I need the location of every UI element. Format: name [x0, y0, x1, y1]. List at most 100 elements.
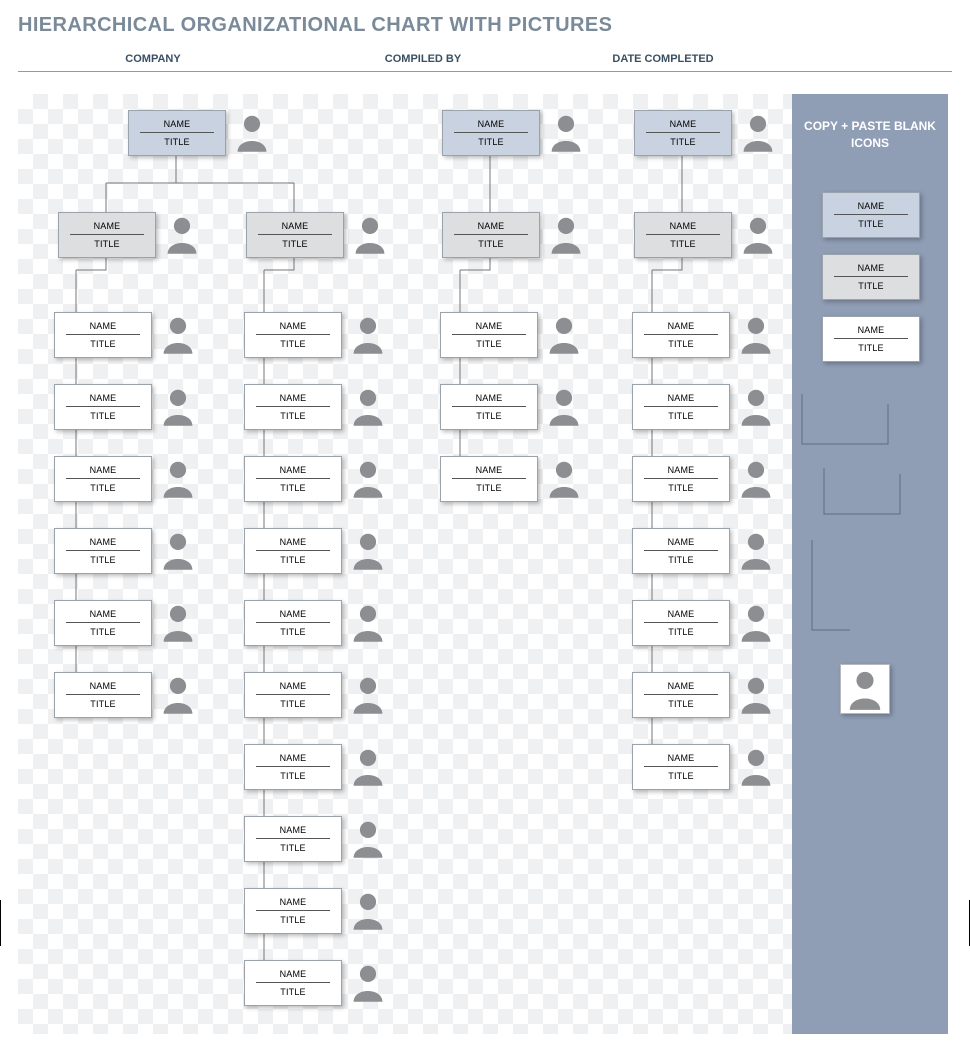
blank-card-level2[interactable]: NAMETITLE [822, 316, 918, 362]
title-field[interactable]: TITLE [668, 335, 693, 349]
name-field[interactable]: NAME [66, 681, 141, 695]
title-field[interactable]: TITLE [280, 767, 305, 781]
title-field[interactable]: TITLE [476, 479, 501, 493]
title-field[interactable]: TITLE [94, 235, 119, 249]
title-field[interactable]: TITLE [90, 479, 115, 493]
top-card[interactable]: NAMETITLE [442, 110, 540, 156]
name-field[interactable]: NAME [644, 465, 719, 479]
name-field[interactable]: NAME [256, 825, 331, 839]
employee-card[interactable]: NAMETITLE [440, 456, 538, 502]
name-field[interactable]: NAME [256, 393, 331, 407]
top-card[interactable]: NAMETITLE [634, 110, 732, 156]
title-field[interactable]: TITLE [280, 839, 305, 853]
title-field[interactable]: TITLE [668, 623, 693, 637]
employee-card[interactable]: NAMETITLE [244, 672, 342, 718]
employee-card[interactable]: NAMETITLE [632, 384, 730, 430]
employee-card[interactable]: NAMETITLE [54, 672, 152, 718]
employee-card[interactable]: NAMETITLE [632, 672, 730, 718]
name-field[interactable]: NAME [256, 609, 331, 623]
employee-card[interactable]: NAMETITLE [244, 384, 342, 430]
employee-card[interactable]: NAMETITLE [440, 312, 538, 358]
name-field[interactable]: NAME [646, 119, 721, 133]
manager-card[interactable]: NAMETITLE [58, 212, 156, 258]
name-field[interactable]: NAME [66, 609, 141, 623]
name-field[interactable]: NAME [452, 321, 527, 335]
title-field[interactable]: TITLE [668, 767, 693, 781]
title-field[interactable]: TITLE [164, 133, 189, 147]
name-field[interactable]: NAME [256, 969, 331, 983]
title-field[interactable]: TITLE [280, 479, 305, 493]
employee-card[interactable]: NAMETITLE [632, 312, 730, 358]
title-field[interactable]: TITLE [670, 133, 695, 147]
title-field[interactable]: TITLE [90, 407, 115, 421]
title-field[interactable]: TITLE [280, 623, 305, 637]
title-field[interactable]: TITLE [280, 407, 305, 421]
name-field[interactable]: NAME [66, 393, 141, 407]
employee-card[interactable]: NAMETITLE [244, 528, 342, 574]
title-field[interactable]: TITLE [478, 235, 503, 249]
employee-card[interactable]: NAMETITLE [54, 528, 152, 574]
name-field[interactable]: NAME [454, 119, 529, 133]
name-field[interactable]: NAME [256, 897, 331, 911]
name-field[interactable]: NAME [834, 201, 909, 215]
title-field[interactable]: TITLE [280, 695, 305, 709]
employee-card[interactable]: NAMETITLE [632, 528, 730, 574]
title-field[interactable]: TITLE [476, 407, 501, 421]
name-field[interactable]: NAME [644, 681, 719, 695]
employee-card[interactable]: NAMETITLE [54, 456, 152, 502]
employee-card[interactable]: NAMETITLE [632, 600, 730, 646]
title-field[interactable]: TITLE [280, 335, 305, 349]
name-field[interactable]: NAME [644, 321, 719, 335]
title-field[interactable]: TITLE [476, 335, 501, 349]
name-field[interactable]: NAME [644, 537, 719, 551]
employee-card[interactable]: NAMETITLE [54, 600, 152, 646]
name-field[interactable]: NAME [454, 221, 529, 235]
title-field[interactable]: TITLE [478, 133, 503, 147]
employee-card[interactable]: NAMETITLE [244, 816, 342, 862]
name-field[interactable]: NAME [256, 537, 331, 551]
name-field[interactable]: NAME [644, 753, 719, 767]
employee-card[interactable]: NAMETITLE [54, 312, 152, 358]
title-field[interactable]: TITLE [858, 215, 883, 229]
name-field[interactable]: NAME [66, 321, 141, 335]
manager-card[interactable]: NAMETITLE [634, 212, 732, 258]
field-company[interactable]: COMPANY [18, 47, 288, 71]
name-field[interactable]: NAME [256, 321, 331, 335]
title-field[interactable]: TITLE [858, 277, 883, 291]
title-field[interactable]: TITLE [280, 911, 305, 925]
title-field[interactable]: TITLE [668, 407, 693, 421]
title-field[interactable]: TITLE [668, 551, 693, 565]
name-field[interactable]: NAME [834, 325, 909, 339]
employee-card[interactable]: NAMETITLE [244, 744, 342, 790]
name-field[interactable]: NAME [140, 119, 215, 133]
top-card[interactable]: NAMETITLE [128, 110, 226, 156]
name-field[interactable]: NAME [258, 221, 333, 235]
manager-card[interactable]: NAMETITLE [246, 212, 344, 258]
field-date-completed[interactable]: DATE COMPLETED [558, 47, 768, 71]
employee-card[interactable]: NAMETITLE [244, 600, 342, 646]
title-field[interactable]: TITLE [90, 695, 115, 709]
employee-card[interactable]: NAMETITLE [632, 456, 730, 502]
name-field[interactable]: NAME [644, 393, 719, 407]
name-field[interactable]: NAME [452, 393, 527, 407]
employee-card[interactable]: NAMETITLE [244, 888, 342, 934]
employee-card[interactable]: NAMETITLE [440, 384, 538, 430]
title-field[interactable]: TITLE [90, 551, 115, 565]
employee-card[interactable]: NAMETITLE [244, 456, 342, 502]
field-compiled-by[interactable]: COMPILED BY [288, 47, 558, 71]
name-field[interactable]: NAME [646, 221, 721, 235]
name-field[interactable]: NAME [256, 681, 331, 695]
title-field[interactable]: TITLE [670, 235, 695, 249]
blank-card-level0[interactable]: NAMETITLE [822, 192, 918, 238]
title-field[interactable]: TITLE [90, 623, 115, 637]
name-field[interactable]: NAME [66, 537, 141, 551]
name-field[interactable]: NAME [256, 465, 331, 479]
manager-card[interactable]: NAMETITLE [442, 212, 540, 258]
title-field[interactable]: TITLE [668, 479, 693, 493]
name-field[interactable]: NAME [644, 609, 719, 623]
chart-canvas[interactable]: NAMETITLENAMETITLENAMETITLENAMETITLENAME… [18, 94, 792, 1034]
title-field[interactable]: TITLE [280, 983, 305, 997]
title-field[interactable]: TITLE [282, 235, 307, 249]
name-field[interactable]: NAME [70, 221, 145, 235]
name-field[interactable]: NAME [66, 465, 141, 479]
